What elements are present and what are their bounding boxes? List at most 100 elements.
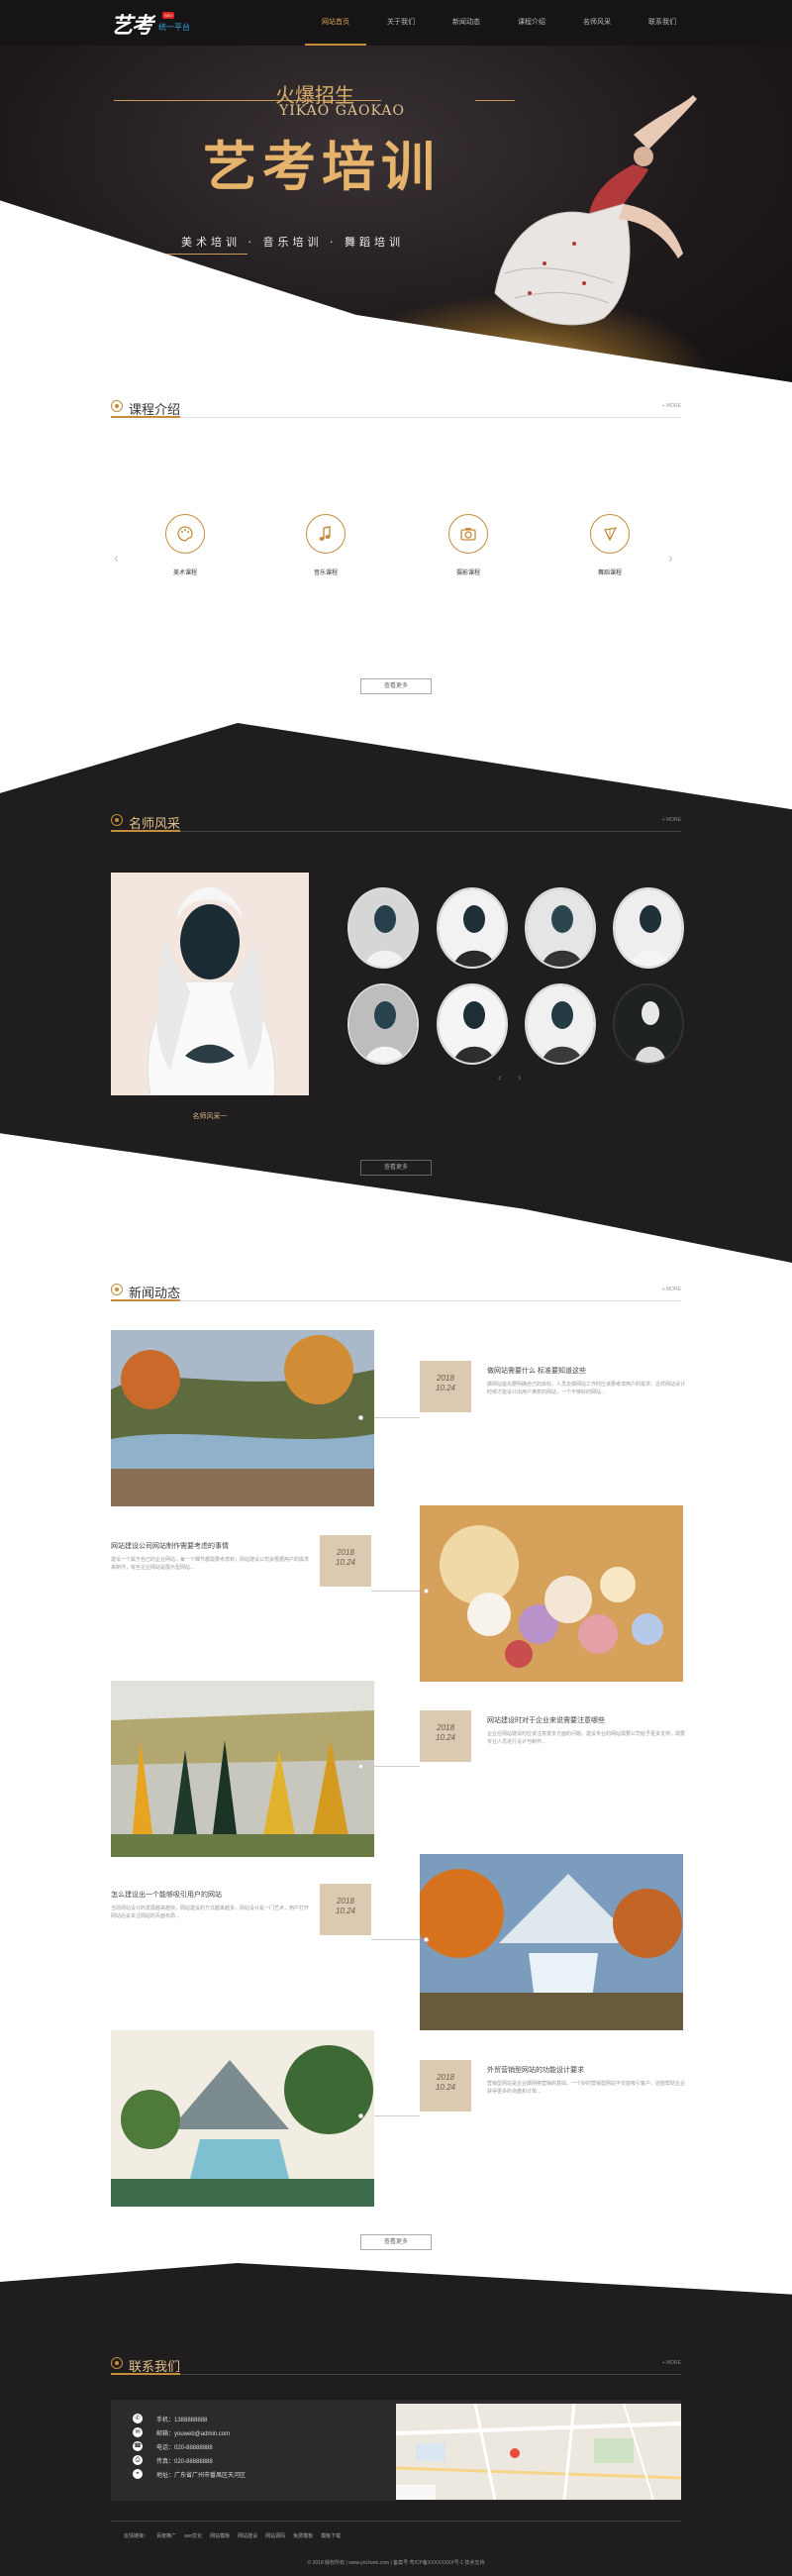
- teacher-avatar[interactable]: [525, 983, 596, 1065]
- news-item-title[interactable]: 网站建设时对于企业来说需要注意哪些: [487, 1715, 685, 1725]
- teacher-caption: 名师风采一: [192, 1113, 228, 1120]
- nav-item-contact[interactable]: 联系我们: [630, 0, 695, 46]
- timeline-dot: [358, 1764, 363, 1769]
- footer-link[interactable]: 百度推广: [156, 2532, 176, 2539]
- footer-link[interactable]: 免费模板: [293, 2532, 313, 2539]
- teacher-avatar[interactable]: [437, 983, 508, 1065]
- teacher-avatar[interactable]: [347, 887, 419, 969]
- news-item-title[interactable]: 外贸营销型网站的功能设计要求: [487, 2065, 685, 2075]
- news-item-desc: 企业在网站建设时应该注意很多方面的问题，建设专业的网站需要公司给予更多支持，需要…: [487, 1731, 686, 1745]
- news-item[interactable]: 网站建设公司网站制作需要考虑的事情 建设一个属于自己的企业网站，每一个细节都需要…: [111, 1541, 309, 1572]
- footer-link[interactable]: 网站建设: [238, 2532, 257, 2539]
- news-item-title[interactable]: 怎么建设出一个能够吸引用户的网站: [111, 1890, 309, 1900]
- contact-telephone: ☎ 电话：020-88888888: [133, 2441, 213, 2451]
- email-icon: ✉: [133, 2427, 143, 2437]
- course-label: 美术课程: [172, 570, 197, 576]
- news-item-desc: 营销型网站是企业做网络营销的基础，一个好的营销型网站不仅能吸引客户，还能帮助企业…: [487, 2081, 686, 2095]
- news-more-link[interactable]: + MORE: [662, 1287, 681, 1292]
- news-image[interactable]: [111, 1681, 374, 1857]
- footer-link[interactable]: seo优化: [184, 2532, 202, 2539]
- news-more-button[interactable]: 查看更多: [360, 2234, 432, 2250]
- course-label: 舞蹈课程: [597, 570, 622, 576]
- footer-copyright: © 2018 版权所有 | www.yoUweb.com | 备案号 粤ICP备…: [307, 2560, 485, 2566]
- timeline-dot: [424, 1937, 429, 1942]
- nav-item-home[interactable]: 网站首页: [303, 0, 368, 46]
- courses-heading: 课程介绍 + MORE: [111, 398, 681, 418]
- teacher-next-icon[interactable]: ›: [518, 1073, 521, 1083]
- courses-next-arrow-icon[interactable]: ›: [668, 550, 673, 566]
- heading-circle-icon: [111, 400, 123, 412]
- heading-circle-icon: [111, 1284, 123, 1295]
- course-label: 音乐课程: [313, 570, 338, 576]
- teachers-more-button[interactable]: 查看更多: [360, 1160, 432, 1176]
- news-item-desc: 建设一个属于自己的企业网站，每一个细节都需要考虑到，网站建设公司会根据用户的需求…: [111, 1557, 310, 1571]
- contact-address: ⌖ 地址：广东省广州市番禺区天河区: [133, 2469, 246, 2479]
- nav-item-about[interactable]: 关于我们: [368, 0, 434, 46]
- courses-prev-arrow-icon[interactable]: ‹: [114, 550, 119, 566]
- news-item[interactable]: 做网站需要什么 标准要知道这些 做网站首先要明确自己的目标，人员去做网站工作时应…: [487, 1366, 685, 1396]
- teachers-heading: 名师风采 + MORE: [111, 812, 681, 832]
- footer-link[interactable]: 网站模板: [210, 2532, 230, 2539]
- news-item-title[interactable]: 做网站需要什么 标准要知道这些: [487, 1366, 685, 1376]
- teacher-avatar[interactable]: [347, 983, 419, 1065]
- course-photo[interactable]: 摄影课程: [429, 514, 508, 576]
- teacher-prev-icon[interactable]: ‹: [498, 1073, 501, 1083]
- logo[interactable]: 艺考: [111, 8, 153, 40]
- camera-icon: [448, 514, 488, 554]
- news-item-title[interactable]: 网站建设公司网站制作需要考虑的事情: [111, 1541, 309, 1551]
- courses-more-link[interactable]: + MORE: [662, 403, 681, 409]
- footer-links: 友情链接： 百度推广 seo优化 网站模板 网站建设 网站源码 免费模板 模板下…: [124, 2532, 341, 2539]
- timeline-dot: [424, 1589, 429, 1594]
- location-map[interactable]: [396, 2404, 681, 2500]
- courses-more-button[interactable]: 查看更多: [360, 678, 432, 694]
- location-icon: ⌖: [133, 2469, 143, 2479]
- news-item[interactable]: 外贸营销型网站的功能设计要求 营销型网站是企业做网络营销的基础，一个好的营销型网…: [487, 2065, 685, 2096]
- news-item[interactable]: 网站建设时对于企业来说需要注意哪些 企业在网站建设时应该注意很多方面的问题，建设…: [487, 1715, 685, 1746]
- featured-teacher-photo[interactable]: [111, 873, 309, 1095]
- contact-fax: ⎙ 传真：020-88888888: [133, 2455, 213, 2465]
- news-item[interactable]: 怎么建设出一个能够吸引用户的网站 当前网站设计的发展越来越快，网站建设的方式越来…: [111, 1890, 309, 1920]
- footer-link[interactable]: 网站源码: [265, 2532, 285, 2539]
- nav-item-news[interactable]: 新闻动态: [434, 0, 499, 46]
- course-dance[interactable]: 舞蹈课程: [570, 514, 649, 576]
- timeline-dot: [358, 2113, 363, 2118]
- news-connector: [371, 1591, 420, 1592]
- music-note-icon: [306, 514, 346, 554]
- contact-more-link[interactable]: + MORE: [662, 2360, 681, 2366]
- news-date: 2018 10.24: [320, 1535, 371, 1587]
- news-date: 2018 10.24: [420, 1361, 471, 1412]
- fan-icon: [590, 514, 630, 554]
- news-image[interactable]: [420, 1505, 683, 1682]
- contact-phone: ✆ 手机：1388888888: [133, 2414, 207, 2423]
- news-image[interactable]: [111, 1330, 374, 1506]
- phone-icon: ✆: [133, 2414, 143, 2423]
- teachers-more-link[interactable]: + MORE: [662, 817, 681, 823]
- teacher-avatar[interactable]: [613, 983, 684, 1065]
- course-label: 摄影课程: [455, 570, 480, 576]
- footer-link[interactable]: 模板下载: [321, 2532, 341, 2539]
- hero-subtitle: 美术培训 · 音乐培训 · 舞蹈培训: [181, 236, 404, 249]
- news-connector: [374, 1417, 420, 1418]
- news-image[interactable]: [111, 2030, 374, 2207]
- course-music[interactable]: 音乐课程: [286, 514, 365, 576]
- footer-divider: [111, 2521, 681, 2522]
- news-item-desc: 做网站首先要明确自己的目标，人员去做网站工作时应该要考虑用户的需求，这样网站设计…: [487, 1382, 686, 1395]
- news-connector: [374, 2115, 420, 2116]
- telephone-icon: ☎: [133, 2441, 143, 2451]
- nav-item-courses[interactable]: 课程介绍: [499, 0, 564, 46]
- news-date: 2018 10.24: [320, 1884, 371, 1935]
- news-image[interactable]: [420, 1854, 683, 2030]
- footer-links-label: 友情链接：: [124, 2533, 149, 2539]
- teacher-avatar[interactable]: [613, 887, 684, 969]
- palette-icon: [165, 514, 205, 554]
- course-art[interactable]: 美术课程: [146, 514, 225, 576]
- teacher-avatar[interactable]: [525, 887, 596, 969]
- news-date: 2018 10.24: [420, 1710, 471, 1762]
- contact-email[interactable]: ✉ 邮箱：youweb@admin.com: [133, 2427, 230, 2437]
- nav-item-teachers[interactable]: 名师风采: [564, 0, 630, 46]
- news-connector: [371, 1939, 420, 1940]
- news-date: 2018 10.24: [420, 2060, 471, 2112]
- teacher-avatar[interactable]: [437, 887, 508, 969]
- heading-circle-icon: [111, 2357, 123, 2369]
- hero-line2: YIKAO GAOKAO: [279, 103, 405, 119]
